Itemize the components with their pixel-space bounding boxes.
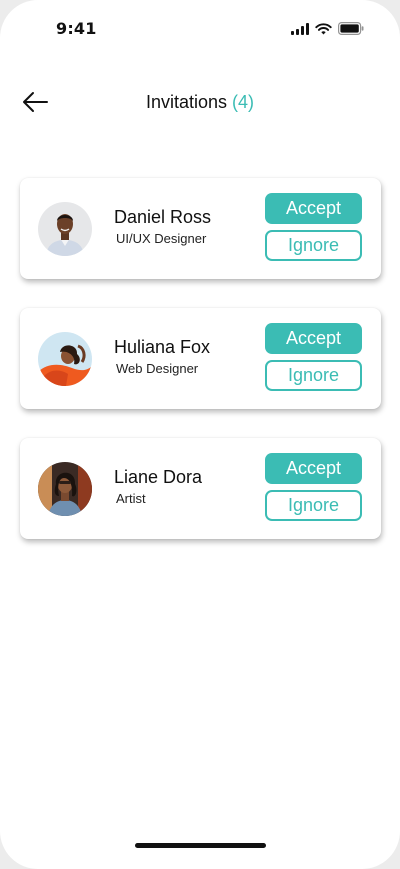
page-title-text: Invitations [145, 92, 228, 112]
ignore-button[interactable]: Ignore [265, 490, 362, 521]
invitation-card: Liane Dora Artist Accept Ignore [20, 438, 381, 539]
status-icons [291, 22, 364, 35]
battery-icon [338, 22, 364, 35]
invitation-count: (4) [232, 92, 255, 112]
invitation-list: Daniel Ross UI/UX Designer Accept Ignore… [20, 178, 381, 568]
status-time: 9:41 [56, 19, 97, 38]
invitation-card: Huliana Fox Web Designer Accept Ignore [20, 308, 381, 409]
person-name: Daniel Ross [114, 207, 212, 227]
avatar [38, 202, 92, 256]
accept-button[interactable]: Accept [265, 193, 362, 224]
person-role: UI/UX Designer [116, 231, 207, 246]
avatar [38, 462, 92, 516]
person-role: Artist [116, 491, 146, 506]
ignore-button[interactable]: Ignore [265, 360, 362, 391]
signal-icon [291, 22, 309, 35]
ignore-button[interactable]: Ignore [265, 230, 362, 261]
page-title: Invitations (4) [0, 92, 400, 113]
person-role: Web Designer [116, 361, 199, 376]
person-name: Liane Dora [114, 467, 203, 487]
wifi-icon [315, 22, 332, 35]
home-indicator[interactable] [135, 843, 266, 848]
avatar [38, 332, 92, 386]
phone-screen: 9:41 Invitations (4) Daniel Ross UI/UX D… [0, 0, 400, 869]
status-bar: 9:41 [0, 0, 400, 54]
accept-button[interactable]: Accept [265, 453, 362, 484]
header: Invitations (4) [0, 84, 400, 124]
accept-button[interactable]: Accept [265, 323, 362, 354]
person-name: Huliana Fox [114, 337, 211, 357]
invitation-card: Daniel Ross UI/UX Designer Accept Ignore [20, 178, 381, 279]
